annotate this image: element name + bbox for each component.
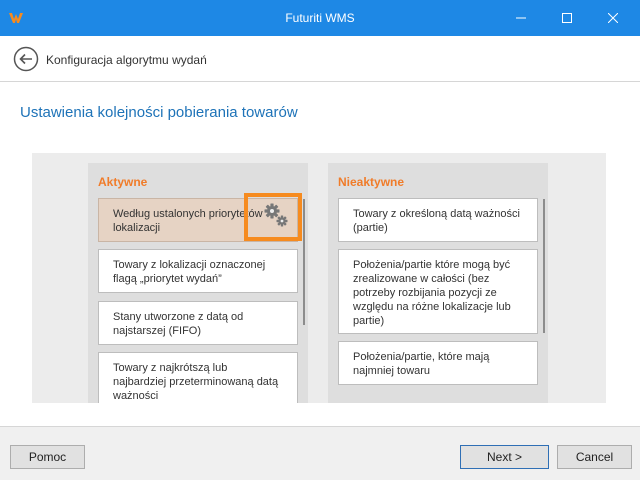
active-scrollbar[interactable] [303, 199, 305, 325]
maximize-icon [562, 13, 572, 23]
small-gear-icon [276, 215, 288, 227]
wizard-title: Konfiguracja algorytmu wydań [46, 53, 207, 67]
page-title: Ustawienia kolejności pobierania towarów [20, 104, 298, 121]
inactive-item[interactable]: Towary z określoną datą ważności (partie… [338, 198, 538, 242]
active-item[interactable]: Stany utworzone z datą od najstarszej (F… [98, 301, 298, 345]
footer-bar: Pomoc Next > Cancel [0, 426, 640, 480]
close-button[interactable] [590, 0, 636, 36]
maximize-button[interactable] [544, 0, 590, 36]
sub-header: Konfiguracja algorytmu wydań [0, 36, 640, 82]
back-arrow-icon[interactable] [13, 46, 39, 72]
cancel-button[interactable]: Cancel [557, 445, 632, 469]
active-column-title: Aktywne [98, 175, 148, 189]
algorithm-settings-button[interactable] [244, 193, 302, 241]
title-bar: Futuriti WMS [0, 0, 640, 36]
inactive-column: Nieaktywne Towary z określoną datą ważno… [328, 163, 548, 403]
inactive-item[interactable]: Położenia/partie, które mają najmniej to… [338, 341, 538, 385]
help-button[interactable]: Pomoc [10, 445, 85, 469]
active-item[interactable]: Towary z najkrótszą lub najbardziej prze… [98, 352, 298, 403]
active-item[interactable]: Towary z lokalizacji oznaczonej flagą „p… [98, 249, 298, 293]
close-icon [608, 13, 618, 23]
minimize-icon [516, 17, 526, 19]
inactive-item[interactable]: Położenia/partie które mogą być zrealizo… [338, 249, 538, 334]
minimize-button[interactable] [498, 0, 544, 36]
order-settings-panel: Aktywne Według ustalonych priorytetów lo… [32, 153, 606, 403]
next-button[interactable]: Next > [460, 445, 549, 469]
inactive-scrollbar[interactable] [543, 199, 545, 333]
inactive-column-title: Nieaktywne [338, 175, 405, 189]
